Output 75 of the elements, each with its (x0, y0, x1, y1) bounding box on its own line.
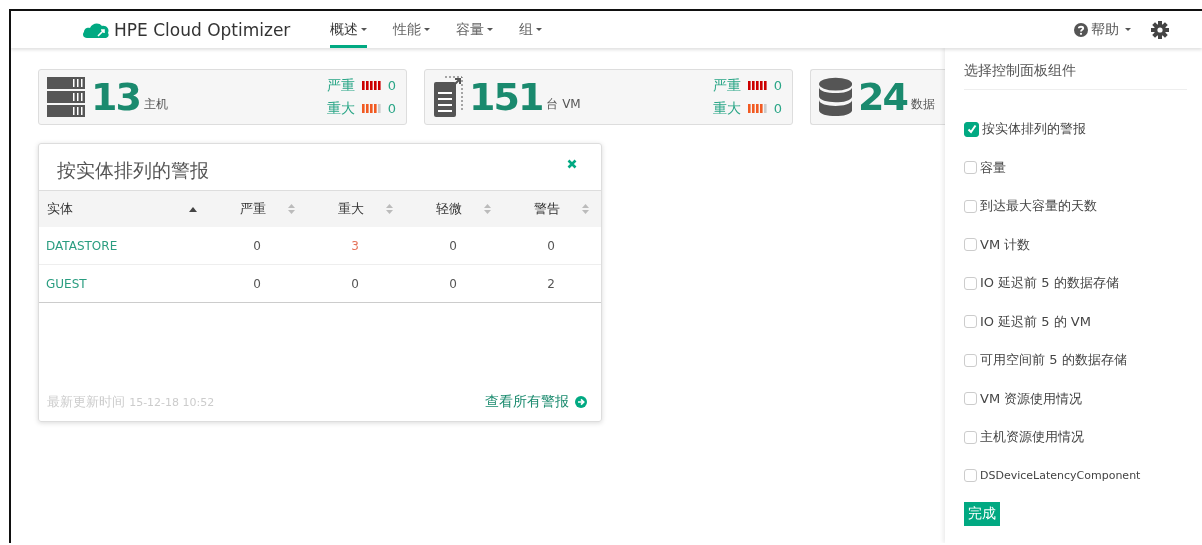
table-cell: 0 (209, 227, 307, 265)
count-value: 13 (91, 75, 140, 119)
checkbox-label: 可用空间前 5 的数据存储 (980, 351, 1127, 370)
document-icon (433, 76, 463, 118)
table-cell: 0 (209, 264, 307, 303)
column-header[interactable]: 实体 (39, 191, 209, 227)
checkbox-label: 按实体排列的警报 (982, 120, 1086, 139)
column-header[interactable]: 警告 (503, 191, 601, 227)
nav-tab[interactable]: 性能 (393, 11, 431, 48)
caret-icon (361, 28, 368, 31)
checkbox[interactable] (964, 238, 977, 252)
table-cell: 3 (307, 227, 405, 265)
arrow-circle-icon (575, 396, 587, 408)
count-label: 主机 (143, 95, 168, 113)
table-cell: 0 (307, 264, 405, 303)
table-cell: 0 (405, 227, 503, 265)
severity-count: 0 (387, 78, 396, 93)
database-icon (819, 76, 853, 118)
table-cell: 0 (405, 264, 503, 303)
view-all-alerts-link[interactable]: 查看所有警报 (485, 393, 587, 411)
nav-tab[interactable]: 概述 (330, 11, 368, 48)
widget-title: 按实体排列的警报 (57, 158, 209, 183)
checkbox-label: 主机资源使用情况 (980, 428, 1084, 447)
count-value: 24 (858, 75, 907, 119)
severity-bars-icon (361, 81, 381, 90)
severity-bars-icon (747, 104, 767, 113)
summary-card[interactable]: 24 数据 (810, 69, 945, 125)
close-icon[interactable] (567, 159, 577, 169)
server-icon (47, 77, 85, 117)
help-menu[interactable]: 帮助 (1074, 20, 1131, 39)
severity-count: 0 (387, 101, 396, 116)
product-name: HPE Cloud Optimizer (114, 19, 291, 40)
checkbox[interactable] (964, 121, 979, 137)
checkbox-label: VM 资源使用情况 (980, 389, 1083, 408)
checkbox[interactable] (964, 469, 977, 483)
severity-label: 严重 (712, 76, 741, 95)
caret-icon (536, 28, 543, 31)
help-icon (1074, 22, 1088, 37)
checkbox-label: 容量 (980, 158, 1006, 177)
checkbox-label: IO 延迟前 5 的 VM (980, 312, 1091, 331)
settings-icon[interactable] (1151, 20, 1169, 39)
severity-label: 重大 (326, 99, 355, 118)
summary-card[interactable]: 13 主机 严重 0 重大 0 (38, 69, 407, 125)
caret-icon (424, 28, 431, 31)
summary-card[interactable]: 151 台 VM 严重 0 重大 0 (424, 69, 793, 125)
table-cell: 0 (503, 227, 601, 265)
nav-tab[interactable]: 组 (519, 11, 543, 48)
column-header[interactable]: 严重 (209, 191, 307, 227)
count-value: 151 (469, 75, 543, 119)
count-label: 数据 (911, 95, 935, 113)
panel-title: 选择控制面板组件 (964, 62, 1187, 90)
checkbox-label: IO 延迟前 5 的数据存储 (980, 274, 1119, 293)
severity-label: 严重 (326, 76, 355, 95)
checkbox-label: VM 计数 (980, 235, 1031, 254)
checkbox[interactable] (964, 161, 977, 175)
checkbox[interactable] (964, 315, 977, 329)
table-cell: 2 (503, 264, 601, 303)
nav-tab[interactable]: 容量 (456, 11, 494, 48)
checkbox[interactable] (964, 276, 977, 290)
column-header[interactable]: 重大 (307, 191, 405, 227)
severity-bars-icon (747, 81, 767, 90)
checkbox-label: 到达最大容量的天数 (980, 197, 1097, 216)
caret-icon (487, 28, 494, 31)
caret-icon (1125, 28, 1131, 31)
checkbox-label: DSDeviceLatencyComponent (980, 469, 1141, 483)
checkbox[interactable] (964, 430, 977, 444)
column-header[interactable]: 轻微 (405, 191, 503, 227)
checkbox[interactable] (964, 392, 977, 406)
severity-label: 重大 (712, 99, 741, 118)
severity-count: 0 (773, 101, 782, 116)
checkbox[interactable] (964, 199, 977, 213)
checkbox[interactable] (964, 353, 977, 367)
severity-bars-icon (361, 104, 381, 113)
severity-count: 0 (773, 78, 782, 93)
count-label: 台 VM (546, 95, 581, 113)
